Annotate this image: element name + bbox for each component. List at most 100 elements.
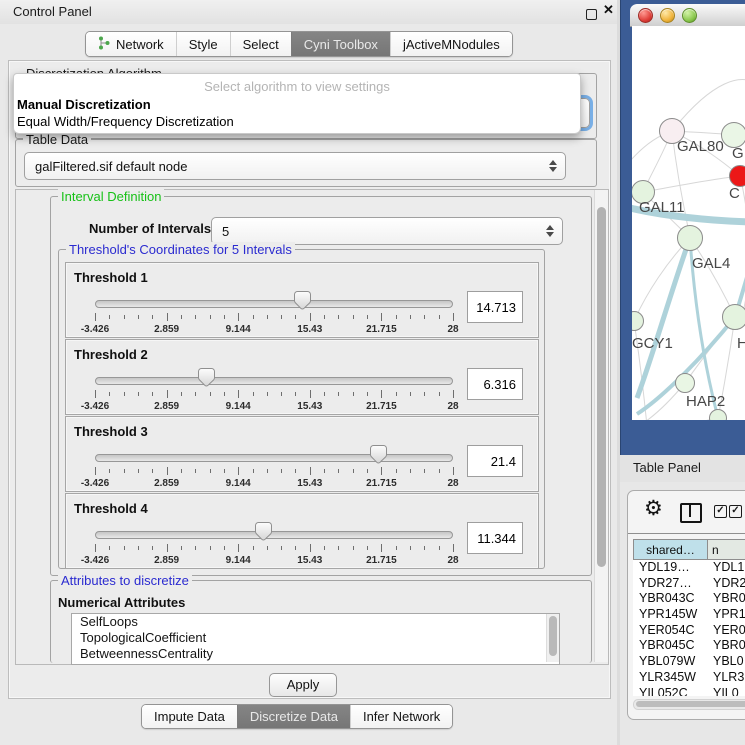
float-window-icon[interactable] xyxy=(586,9,597,20)
algorithm-option[interactable]: Manual Discretization xyxy=(14,96,580,113)
slider-track[interactable] xyxy=(95,377,453,385)
tab-select[interactable]: Select xyxy=(230,32,291,56)
threshold-value-input[interactable]: 6.316 xyxy=(467,368,523,400)
cell-shared-name[interactable]: YPR145W xyxy=(633,607,706,623)
attribute-list-item[interactable]: SelfLoops xyxy=(72,614,559,630)
cell-name[interactable]: YBL0 xyxy=(706,654,745,670)
network-node[interactable] xyxy=(729,165,745,187)
table-row[interactable]: YPR145WYPR1 xyxy=(633,607,745,623)
cell-shared-name[interactable]: YDR27… xyxy=(633,576,706,592)
gear-icon[interactable]: ⚙ xyxy=(644,496,663,521)
network-node-label: H xyxy=(737,335,745,352)
network-node-label: GAL11 xyxy=(639,199,685,216)
checkbox-icon[interactable]: ✓ xyxy=(714,505,727,518)
algorithm-dropdown-popup: Select algorithm to view settings Manual… xyxy=(13,73,581,134)
slider-thumb[interactable] xyxy=(198,368,215,387)
slider-track[interactable] xyxy=(95,531,453,539)
table-row[interactable]: YDR27…YDR2 xyxy=(633,576,745,592)
tab-label: Style xyxy=(189,37,218,52)
group-title: Interval Definition xyxy=(58,189,164,204)
apply-button[interactable]: Apply xyxy=(269,673,337,697)
cell-shared-name[interactable]: YBL079W xyxy=(633,654,706,670)
network-node[interactable] xyxy=(709,409,727,420)
table-row[interactable]: YDL19…YDL1 xyxy=(633,560,745,576)
cell-shared-name[interactable]: YBR043C xyxy=(633,591,706,607)
table-row[interactable]: YBL079WYBL0 xyxy=(633,654,745,670)
network-node-label: GAL4 xyxy=(692,255,730,272)
list-scrollbar[interactable] xyxy=(546,614,559,662)
threshold-slider[interactable]: -3.4262.8599.14415.4321.71528 xyxy=(95,526,453,566)
threshold-label: Threshold 1 xyxy=(74,270,148,285)
table-row[interactable]: YBR045CYBR0 xyxy=(633,638,745,654)
tab-cyni-toolbox[interactable]: Cyni Toolbox xyxy=(291,32,390,56)
slider-thumb[interactable] xyxy=(255,522,272,541)
threshold-value-input[interactable]: 11.344 xyxy=(467,522,523,554)
checkbox-icon[interactable]: ✓ xyxy=(729,505,742,518)
attribute-list-item[interactable]: BetweennessCentrality xyxy=(72,646,559,662)
tab-jactivemnodules[interactable]: jActiveMNodules xyxy=(390,32,512,56)
tab-network[interactable]: Network xyxy=(86,32,176,56)
minimize-traffic-light-icon[interactable] xyxy=(660,8,675,23)
threshold-slider[interactable]: -3.4262.8599.14415.4321.71528 xyxy=(95,372,453,412)
table-row[interactable]: YER054CYER0 xyxy=(633,623,745,639)
column-layout-icon[interactable] xyxy=(680,503,702,523)
cell-name[interactable]: YIL0 xyxy=(706,686,745,697)
vertical-scrollbar[interactable] xyxy=(594,190,608,662)
tab-label: Cyni Toolbox xyxy=(304,37,378,52)
numerical-attributes-list[interactable]: SelfLoopsTopologicalCoefficientBetweenne… xyxy=(71,613,560,665)
threshold-slider[interactable]: -3.4262.8599.14415.4321.71528 xyxy=(95,295,453,335)
scrollbar-thumb[interactable] xyxy=(636,701,745,707)
network-node[interactable] xyxy=(677,225,703,251)
number-of-intervals-combobox[interactable]: 5 xyxy=(211,217,563,245)
slider-track[interactable] xyxy=(95,300,453,308)
combo-stepper-icon xyxy=(549,160,557,172)
network-node[interactable] xyxy=(722,304,745,330)
network-node-label: GCY1 xyxy=(632,335,673,352)
cell-name[interactable]: YDL1 xyxy=(706,560,745,576)
algorithm-option[interactable]: Equal Width/Frequency Discretization xyxy=(14,113,580,130)
threshold-row: Threshold 3-3.4262.8599.14415.4321.71528… xyxy=(65,416,539,492)
table-data-combobox[interactable]: galFiltered.sif default node xyxy=(24,152,566,180)
network-canvas[interactable]: GAL80GCGAL11GAL4GCY1HHAP2 xyxy=(632,26,745,420)
cell-shared-name[interactable]: YIL052C xyxy=(633,686,706,697)
cell-shared-name[interactable]: YBR045C xyxy=(633,638,706,654)
cell-name[interactable]: YBR0 xyxy=(706,638,745,654)
column-header-name[interactable]: n xyxy=(708,540,745,559)
slider-tick-labels: -3.4262.8599.14415.4321.71528 xyxy=(95,478,453,490)
slider-thumb[interactable] xyxy=(294,291,311,310)
threshold-value-input[interactable]: 21.4 xyxy=(467,445,523,477)
tab-discretize-data[interactable]: Discretize Data xyxy=(237,705,350,728)
node-table: shared… n YDL19…YDL1YDR27…YDR2YBR043CYBR… xyxy=(633,539,745,696)
tab-infer-network[interactable]: Infer Network xyxy=(350,705,452,728)
cell-name[interactable]: YER0 xyxy=(706,623,745,639)
cell-name[interactable]: YBR0 xyxy=(706,591,745,607)
slider-track[interactable] xyxy=(95,454,453,462)
tab-style[interactable]: Style xyxy=(176,32,230,56)
cell-name[interactable]: YPR1 xyxy=(706,607,745,623)
cell-name[interactable]: YLR3 xyxy=(706,670,745,686)
close-traffic-light-icon[interactable] xyxy=(638,8,653,23)
cell-shared-name[interactable]: YDL19… xyxy=(633,560,706,576)
threshold-slider[interactable]: -3.4262.8599.14415.4321.71528 xyxy=(95,449,453,489)
slider-tick-labels: -3.4262.8599.14415.4321.71528 xyxy=(95,324,453,336)
table-row[interactable]: YIL052CYIL0 xyxy=(633,686,745,697)
tab-impute-data[interactable]: Impute Data xyxy=(142,705,237,728)
zoom-traffic-light-icon[interactable] xyxy=(682,8,697,23)
close-icon[interactable]: ✕ xyxy=(603,2,614,18)
table-panel-card: ⚙ ✓ ✓ shared… n YDL19…YDL1YDR27…YDR2YBR0… xyxy=(627,490,745,720)
slider-thumb[interactable] xyxy=(370,445,387,464)
scrollbar-thumb[interactable] xyxy=(597,207,606,567)
column-header-shared-name[interactable]: shared… xyxy=(634,540,708,559)
attribute-list-item[interactable]: TopologicalCoefficient xyxy=(72,630,559,646)
network-node[interactable] xyxy=(675,373,695,393)
numerical-attributes-label: Numerical Attributes xyxy=(58,595,185,610)
cell-shared-name[interactable]: YER054C xyxy=(633,623,706,639)
cell-shared-name[interactable]: YLR345W xyxy=(633,670,706,686)
table-row[interactable]: YBR043CYBR0 xyxy=(633,591,745,607)
horizontal-scrollbar[interactable] xyxy=(633,699,745,710)
cell-name[interactable]: YDR2 xyxy=(706,576,745,592)
network-node-label: G xyxy=(732,145,744,162)
threshold-value-input[interactable]: 14.713 xyxy=(467,291,523,323)
table-row[interactable]: YLR345WYLR3 xyxy=(633,670,745,686)
threshold-label: Threshold 2 xyxy=(74,347,148,362)
